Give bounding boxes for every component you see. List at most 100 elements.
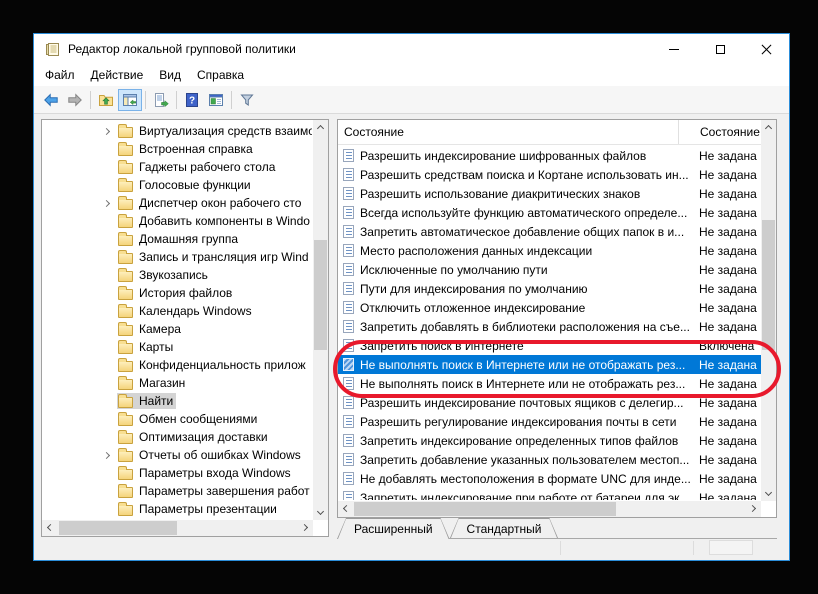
tree-item[interactable]: Обмен сообщениями [42, 410, 312, 428]
scroll-left-button[interactable] [42, 520, 57, 535]
maximize-button[interactable] [697, 34, 743, 64]
tree-item-label: Диспетчер окон рабочего сто [139, 196, 301, 210]
scroll-thumb[interactable] [59, 521, 177, 535]
folder-icon [118, 433, 133, 444]
minimize-button[interactable] [651, 34, 697, 64]
tree-item[interactable]: Голосовые функции [42, 176, 312, 194]
scroll-thumb[interactable] [762, 220, 775, 350]
scroll-thumb[interactable] [354, 502, 616, 516]
policy-row[interactable]: Запретить автоматическое добавление общи… [338, 222, 761, 241]
tree-item[interactable]: Параметры входа Windows [42, 464, 312, 482]
policy-row[interactable]: Запретить индексирование определенных ти… [338, 431, 761, 450]
menu-file[interactable]: Файл [37, 66, 83, 84]
minimize-icon [669, 49, 679, 50]
tree-item[interactable]: Конфиденциальность прилож [42, 356, 312, 374]
tree-item[interactable]: История файлов [42, 284, 312, 302]
show-console-tree-button[interactable] [118, 89, 142, 111]
tab-extended[interactable]: Расширенный [337, 518, 450, 539]
tree-vertical-scrollbar[interactable] [313, 120, 328, 520]
up-level-button[interactable] [94, 89, 118, 111]
scroll-up-button[interactable] [313, 120, 328, 135]
expand-chevron-icon[interactable] [104, 129, 117, 134]
tree-item[interactable]: Домашняя группа [42, 230, 312, 248]
tree-item[interactable]: Параметры презентации [42, 500, 312, 518]
tree-item[interactable]: Календарь Windows [42, 302, 312, 320]
menu-action[interactable]: Действие [83, 66, 152, 84]
tab-standard[interactable]: Стандартный [450, 518, 559, 539]
policy-state: Не задана [699, 244, 761, 258]
policy-row[interactable]: Всегда используйте функцию автоматическо… [338, 203, 761, 222]
policy-row[interactable]: Не добавлять местоположения в формате UN… [338, 469, 761, 488]
close-button[interactable] [743, 34, 789, 64]
scroll-down-button[interactable] [761, 486, 776, 501]
policy-row[interactable]: Отключить отложенное индексированиеНе за… [338, 298, 761, 317]
column-header-setting[interactable]: Состояние [338, 120, 679, 144]
menu-help[interactable]: Справка [189, 66, 252, 84]
filter-button[interactable] [235, 89, 259, 111]
policy-state: Не задана [699, 415, 761, 429]
list-vertical-scrollbar[interactable] [761, 120, 776, 501]
tree-item[interactable]: Гаджеты рабочего стола [42, 158, 312, 176]
menu-view[interactable]: Вид [151, 66, 189, 84]
policy-row[interactable]: Запретить добавление указанных пользоват… [338, 450, 761, 469]
policy-state: Не задана [699, 168, 761, 182]
tree-item[interactable]: Магазин [42, 374, 312, 392]
tree-item[interactable]: Виртуализация средств взаимо [42, 122, 312, 140]
tree-item[interactable]: Камера [42, 320, 312, 338]
policy-row[interactable]: Место расположения данных индексацииНе з… [338, 241, 761, 260]
tree-item[interactable]: Отчеты об ошибках Windows [42, 446, 312, 464]
scroll-right-button[interactable] [746, 501, 761, 516]
window-controls [651, 34, 789, 64]
scroll-thumb[interactable] [314, 240, 327, 350]
tree-item[interactable]: Карты [42, 338, 312, 356]
folder-icon [118, 127, 133, 138]
scroll-up-button[interactable] [761, 120, 776, 135]
policy-name: Разрешить использование диакритических з… [360, 187, 699, 201]
folder-icon [118, 271, 133, 282]
export-list-button[interactable] [149, 89, 173, 111]
list-header: Состояние Состояние [338, 120, 761, 145]
tree-item[interactable]: Диспетчер окон рабочего сто [42, 194, 312, 212]
folder-icon [118, 217, 133, 228]
folder-icon [118, 289, 133, 300]
policy-row[interactable]: Разрешить использование диакритических з… [338, 184, 761, 203]
scroll-left-button[interactable] [338, 501, 353, 516]
policy-row[interactable]: Запретить индексирование при работе от б… [338, 488, 761, 500]
tree-item-selected[interactable]: Найти [42, 392, 312, 410]
policy-row[interactable]: Пути для индексирования по умолчаниюНе з… [338, 279, 761, 298]
tree-item[interactable]: Звукозапись [42, 266, 312, 284]
forward-button[interactable] [63, 89, 87, 111]
column-header-state[interactable]: Состояние [679, 120, 761, 144]
help-button[interactable]: ? [180, 89, 204, 111]
tree-item-label: Найти [139, 394, 173, 408]
expand-chevron-icon[interactable] [104, 201, 117, 206]
tree-item-label: Параметры презентации [139, 502, 277, 516]
column-header-label: Состояние [344, 125, 404, 139]
policy-row[interactable]: Запретить добавлять в библиотеки располо… [338, 317, 761, 336]
policy-row[interactable]: Исключенные по умолчанию путиНе задана [338, 260, 761, 279]
scroll-down-button[interactable] [313, 505, 328, 520]
expand-chevron-icon[interactable] [104, 453, 117, 458]
tree-list: Виртуализация средств взаимо Встроенная … [42, 122, 312, 519]
tree-item[interactable]: Добавить компоненты в Windo [42, 212, 312, 230]
gpedit-window: Редактор локальной групповой политики Фа… [33, 33, 790, 561]
policy-doc-icon [343, 244, 354, 257]
policy-row[interactable]: Разрешить регулирование индексирования п… [338, 412, 761, 431]
folder-icon [118, 361, 133, 372]
folder-icon [118, 469, 133, 480]
tree-item[interactable]: Запись и трансляция игр Wind [42, 248, 312, 266]
policy-name: Место расположения данных индексации [360, 244, 699, 258]
scroll-right-button[interactable] [298, 520, 313, 535]
up-level-folder-icon [98, 92, 114, 108]
list-horizontal-scrollbar[interactable] [338, 501, 761, 517]
tree-item-label: Обмен сообщениями [139, 412, 257, 426]
show-window-button[interactable] [204, 89, 228, 111]
toolbar: ? [34, 86, 789, 114]
tree-item[interactable]: Параметры завершения работ [42, 482, 312, 500]
back-button[interactable] [39, 89, 63, 111]
tree-item[interactable]: Оптимизация доставки [42, 428, 312, 446]
tree-item[interactable]: Встроенная справка [42, 140, 312, 158]
policy-row[interactable]: Разрешить средствам поиска и Кортане исп… [338, 165, 761, 184]
tree-horizontal-scrollbar[interactable] [42, 520, 313, 536]
policy-row[interactable]: Разрешить индексирование шифрованных фай… [338, 146, 761, 165]
